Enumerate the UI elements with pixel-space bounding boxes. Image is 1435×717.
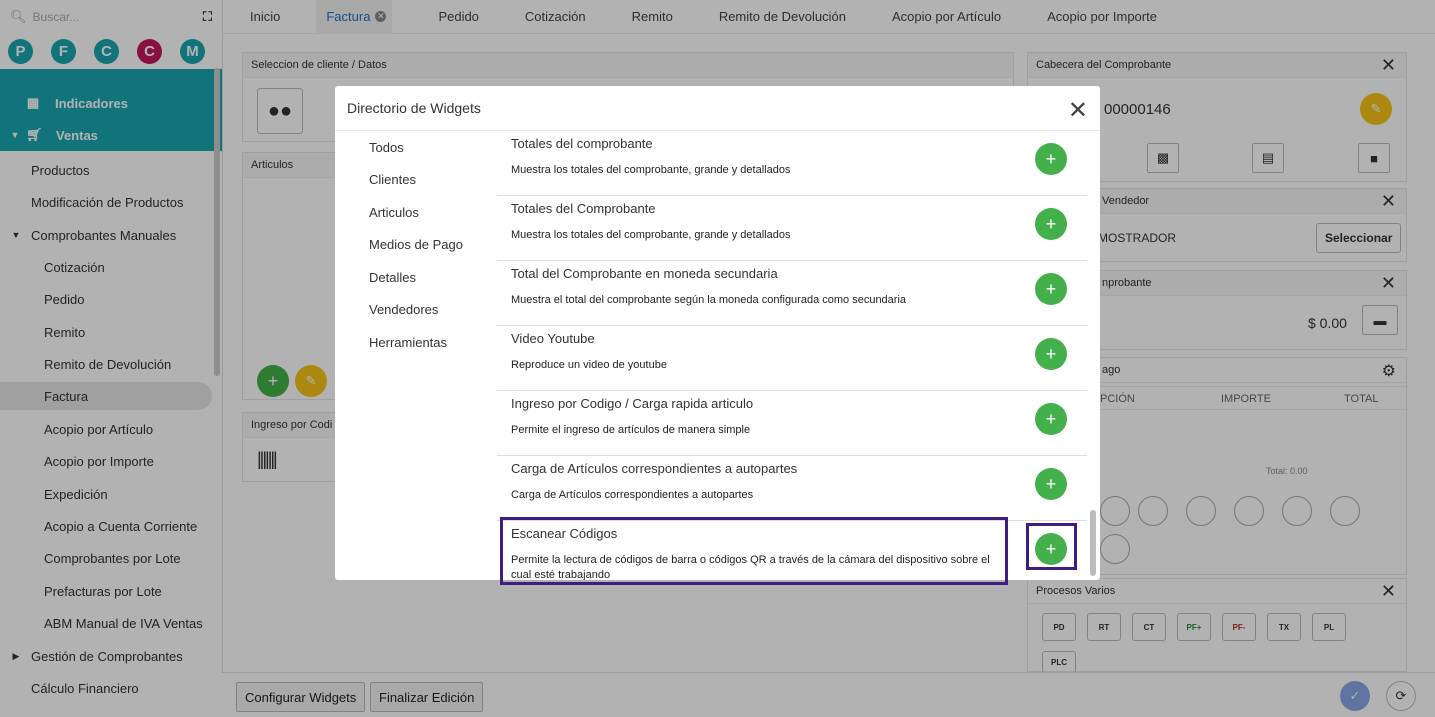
modal-scrollbar[interactable] [1090, 510, 1096, 576]
widget-list: Totales del comprobante Muestra los total… [497, 131, 1087, 580]
category-articulos[interactable]: Articulos [335, 196, 497, 229]
highlight-escanear-item [500, 517, 1008, 585]
widget-item: Video Youtube Reproduce un video de youtu… [497, 326, 1087, 391]
widget-desc: Muestra los totales del comprobante, gra… [511, 164, 791, 176]
add-widget-icon[interactable]: + [1035, 403, 1067, 435]
widget-title: Totales del Comprobante [511, 201, 656, 216]
widget-item: Ingreso por Codigo / Carga rapida articu… [497, 391, 1087, 456]
category-list: Todos Clientes Articulos Medios de Pago … [335, 131, 497, 359]
widget-title: Video Youtube [511, 331, 595, 346]
modal-title: Directorio de Widgets [347, 100, 481, 116]
widget-item: Total del Comprobante en moneda secundar… [497, 261, 1087, 326]
widget-item: Totales del comprobante Muestra los total… [497, 131, 1087, 196]
widget-title: Ingreso por Codigo / Carga rapida articu… [511, 396, 754, 411]
category-medios-pago[interactable]: Medios de Pago [335, 229, 497, 262]
category-vendedores[interactable]: Vendedores [335, 294, 497, 327]
widget-item: Totales del Comprobante Muestra los total… [497, 196, 1087, 261]
add-widget-icon[interactable]: + [1035, 208, 1067, 240]
close-icon[interactable]: ✕ [1068, 96, 1088, 125]
add-widget-icon[interactable]: + [1035, 338, 1067, 370]
highlight-escanear-add [1026, 523, 1077, 570]
add-widget-icon[interactable]: + [1035, 273, 1067, 305]
add-widget-icon[interactable]: + [1035, 143, 1067, 175]
widget-desc: Muestra el total del comprobante según l… [511, 294, 907, 306]
widget-item: Carga de Artículos correspondientes a au… [497, 456, 1087, 521]
category-clientes[interactable]: Clientes [335, 164, 497, 197]
widget-title: Totales del comprobante [511, 136, 653, 151]
widget-desc: Carga de Artículos correspondientes a au… [511, 489, 754, 501]
widget-desc: Muestra los totales del comprobante, gra… [511, 229, 791, 241]
widgets-modal: Directorio de Widgets ✕ Todos Clientes A… [335, 86, 1100, 580]
category-todos[interactable]: Todos [335, 131, 497, 164]
modal-header: Directorio de Widgets ✕ [335, 86, 1100, 131]
add-widget-icon[interactable]: + [1035, 468, 1067, 500]
category-detalles[interactable]: Detalles [335, 261, 497, 294]
widget-title: Carga de Artículos correspondientes a au… [511, 461, 798, 476]
widget-desc: Reproduce un video de youtube [511, 359, 667, 371]
widget-title: Total del Comprobante en moneda secundar… [511, 266, 778, 281]
widget-desc: Permite el ingreso de artículos de maner… [511, 424, 751, 436]
category-herramientas[interactable]: Herramientas [335, 326, 497, 359]
